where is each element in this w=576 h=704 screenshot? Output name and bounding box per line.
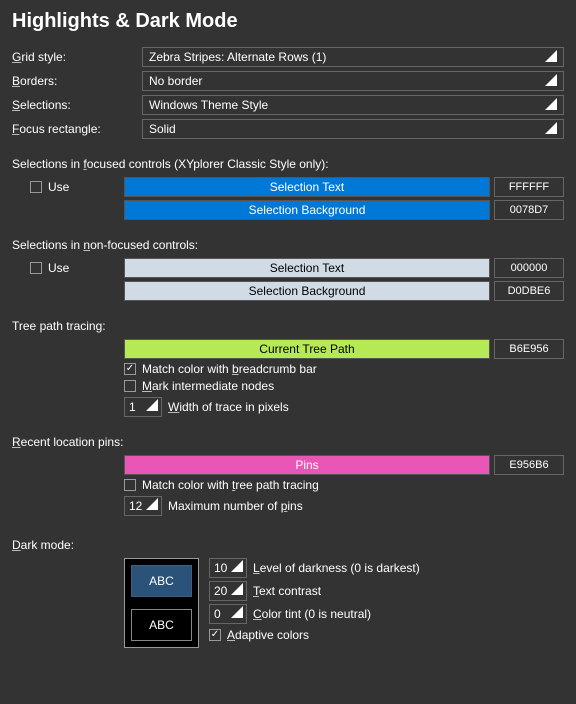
dark-contrast-value: 20 (214, 584, 227, 598)
tree-width-label: Width of trace in pixels (168, 400, 289, 414)
focus-rect-label: Focus rectangle: (12, 122, 142, 136)
selections-combo[interactable]: Windows Theme Style (142, 95, 564, 115)
dark-level-input[interactable]: 10 (209, 558, 247, 578)
pins-heading: Recent location pins: (12, 435, 564, 449)
pins-max-value: 12 (129, 499, 142, 513)
nonfocused-bg-hex[interactable]: D0DBE6 (494, 281, 564, 301)
tree-match-checkbox[interactable] (124, 363, 136, 375)
nonfocused-heading: Selections in non-focused controls: (12, 238, 564, 252)
nonfocused-bg-color-button[interactable]: Selection Background (124, 281, 490, 301)
spinner-icon (231, 606, 245, 620)
dark-tint-input[interactable]: 0 (209, 604, 247, 624)
borders-value: No border (149, 74, 202, 88)
dark-tint-label: Color tint (0 is neutral) (253, 607, 371, 621)
pins-hex[interactable]: E956B6 (494, 455, 564, 475)
focused-use-label: Use (48, 180, 69, 194)
dark-preview-normal: ABC (131, 609, 192, 641)
tree-hex[interactable]: B6E956 (494, 339, 564, 359)
pins-color-button[interactable]: Pins (124, 455, 490, 475)
pins-max-label: Maximum number of pins (168, 499, 303, 513)
dark-heading: Dark mode: (12, 538, 564, 552)
dark-preview-selected: ABC (131, 565, 192, 597)
dark-adaptive-checkbox[interactable] (209, 629, 221, 641)
dark-adaptive-label: Adaptive colors (227, 628, 309, 642)
selections-label: Selections: (12, 98, 142, 112)
dropdown-icon (545, 122, 559, 136)
tree-match-label: Match color with breadcrumb bar (142, 362, 317, 376)
grid-style-value: Zebra Stripes: Alternate Rows (1) (149, 50, 326, 64)
nonfocused-text-hex[interactable]: 000000 (494, 258, 564, 278)
dark-tint-value: 0 (214, 607, 221, 621)
focused-bg-color-button[interactable]: Selection Background (124, 200, 490, 220)
borders-combo[interactable]: No border (142, 71, 564, 91)
dark-level-label: Level of darkness (0 is darkest) (253, 561, 420, 575)
tree-mark-label: Mark intermediate nodes (142, 379, 274, 393)
tree-heading: Tree path tracing: (12, 319, 564, 333)
pins-match-checkbox[interactable] (124, 479, 136, 491)
focus-rect-value: Solid (149, 122, 176, 136)
pins-match-label: Match color with tree path tracing (142, 478, 319, 492)
focused-text-hex[interactable]: FFFFFF (494, 177, 564, 197)
focused-heading: Selections in focused controls (XYplorer… (12, 157, 564, 171)
focused-bg-hex[interactable]: 0078D7 (494, 200, 564, 220)
dropdown-icon (545, 74, 559, 88)
spinner-icon (231, 583, 245, 597)
dropdown-icon (545, 50, 559, 64)
spinner-icon (146, 399, 160, 413)
tree-width-input[interactable]: 1 (124, 397, 162, 417)
tree-width-value: 1 (129, 400, 136, 414)
focus-rect-combo[interactable]: Solid (142, 119, 564, 139)
focused-use-checkbox[interactable] (30, 181, 42, 193)
borders-label: Borders: (12, 74, 142, 88)
nonfocused-use-checkbox[interactable] (30, 262, 42, 274)
grid-style-combo[interactable]: Zebra Stripes: Alternate Rows (1) (142, 47, 564, 67)
page-title: Highlights & Dark Mode (12, 10, 564, 33)
pins-max-input[interactable]: 12 (124, 496, 162, 516)
nonfocused-text-color-button[interactable]: Selection Text (124, 258, 490, 278)
spinner-icon (231, 560, 245, 574)
dark-contrast-label: Text contrast (253, 584, 321, 598)
dark-contrast-input[interactable]: 20 (209, 581, 247, 601)
dropdown-icon (545, 98, 559, 112)
selections-value: Windows Theme Style (149, 98, 268, 112)
dark-preview: ABC ABC (124, 558, 199, 648)
grid-style-label: Grid style: (12, 50, 142, 64)
nonfocused-use-label: Use (48, 261, 69, 275)
spinner-icon (146, 498, 160, 512)
focused-text-color-button[interactable]: Selection Text (124, 177, 490, 197)
dark-level-value: 10 (214, 561, 227, 575)
tree-color-button[interactable]: Current Tree Path (124, 339, 490, 359)
tree-mark-checkbox[interactable] (124, 380, 136, 392)
